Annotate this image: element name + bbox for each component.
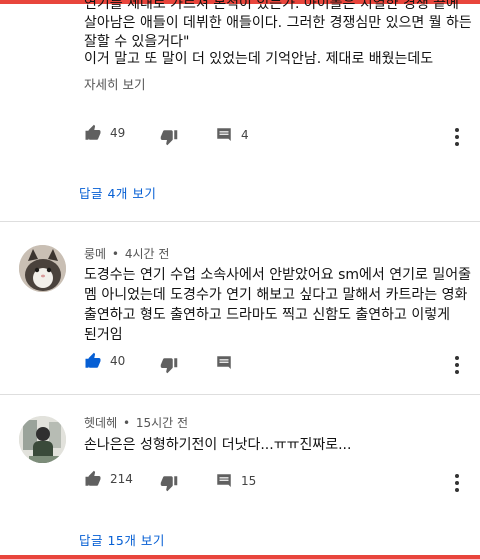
comment-2-line-4: 된거임 xyxy=(84,327,123,343)
divider xyxy=(0,221,480,222)
bottom-accent-bar xyxy=(0,555,480,559)
dislike-button[interactable] xyxy=(160,128,178,146)
comment-2-line-2: 멤 아니었는데 도경수가 연기 해보고 싶다고 말해서 카트라는 영화 xyxy=(84,287,468,303)
like-button[interactable]: 40 xyxy=(84,352,125,370)
thumb-up-icon xyxy=(85,470,101,486)
comment-icon xyxy=(217,356,231,369)
more-vert-icon[interactable] xyxy=(454,356,460,374)
dislike-button[interactable] xyxy=(160,356,178,374)
comment-time[interactable]: 4시간 전 xyxy=(125,247,170,261)
author-name[interactable]: 룽메 xyxy=(84,247,106,261)
thumb-down-icon xyxy=(160,358,178,374)
more-vert-icon[interactable] xyxy=(454,474,460,492)
divider xyxy=(0,394,480,395)
avatar[interactable] xyxy=(19,245,66,292)
reply-button[interactable] xyxy=(215,354,233,372)
comment-icon xyxy=(217,474,231,487)
like-button[interactable]: 49 xyxy=(84,124,125,142)
thumb-up-icon xyxy=(85,124,101,140)
like-count: 40 xyxy=(110,354,126,368)
reply-count: 15 xyxy=(241,474,257,488)
reply-button[interactable]: 4 xyxy=(215,126,249,144)
comment-time[interactable]: 15시간 전 xyxy=(136,416,188,430)
dislike-button[interactable] xyxy=(160,474,178,492)
thumb-down-icon xyxy=(160,476,178,492)
read-more-link[interactable]: 자세히 보기 xyxy=(84,74,145,93)
view-replies-link[interactable]: 답글 4개 보기 xyxy=(79,183,156,202)
like-count: 49 xyxy=(110,126,126,140)
avatar[interactable] xyxy=(19,416,66,463)
comment-2-meta: 룽메 • 4시간 전 xyxy=(84,247,170,261)
comment-icon xyxy=(217,128,231,141)
comment-2-line-1: 도경수는 연기 수업 소속사에서 안받았어요 sm에서 연기로 밀어줄 xyxy=(84,267,471,283)
author-name[interactable]: 헷데헤 xyxy=(84,416,117,430)
comment-3-line-1: 손나은은 성형하기전이 더낫다...ㅠㅠ진짜로... xyxy=(84,437,352,453)
comment-1-line-4: 이거 말고 또 말이 더 있었는데 기억안남. 제대로 배웠는데도 xyxy=(84,51,434,67)
comment-3-meta: 헷데헤 • 15시간 전 xyxy=(84,416,189,430)
comment-1-line-1: 연기를 제대로 가르쳐 본적이 있는가. 아이돌은 치열한 경쟁 끝에 xyxy=(84,0,459,12)
reply-button[interactable]: 15 xyxy=(215,472,256,490)
thumb-up-icon xyxy=(85,352,101,368)
like-button[interactable]: 214 xyxy=(84,470,133,488)
like-count: 214 xyxy=(110,472,133,486)
comment-2-line-3: 출연하고 형도 출연하고 드라마도 찍고 신함도 출연하고 이렇게 xyxy=(84,307,451,323)
reply-count: 4 xyxy=(241,128,249,142)
comment-1-line-2: 살아남은 애들이 데뷔한 애들이다. 그러한 경쟁심만 있으면 뭘 하든 xyxy=(84,15,472,31)
more-vert-icon[interactable] xyxy=(454,128,460,146)
cat-avatar-image xyxy=(19,245,66,292)
view-replies-link[interactable]: 답글 15개 보기 xyxy=(79,530,165,549)
thumb-down-icon xyxy=(160,130,178,146)
person-avatar-image xyxy=(19,416,66,463)
